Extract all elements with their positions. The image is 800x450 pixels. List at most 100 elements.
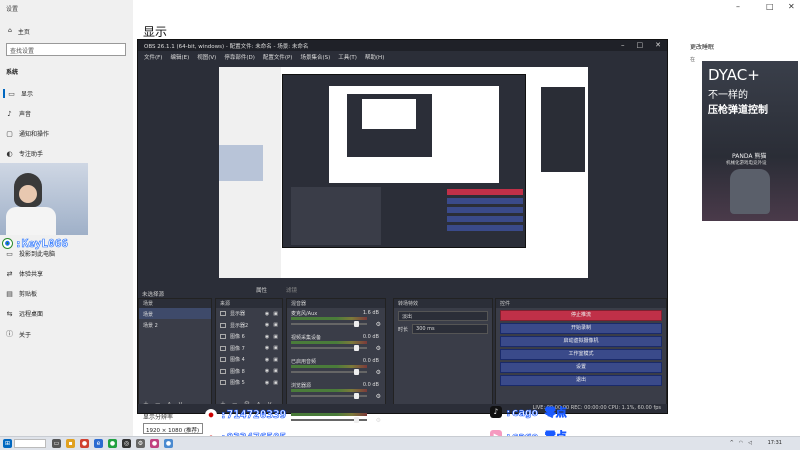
task-view-icon[interactable]: ▭ (52, 439, 61, 448)
obs-menu-item[interactable]: 停靠部件(D) (224, 53, 255, 61)
app-icon[interactable]: ● (150, 439, 159, 448)
obs-minimize-icon[interactable]: – (621, 41, 625, 49)
lock-icon[interactable]: ▣ (273, 345, 278, 351)
lock-icon[interactable]: ▣ (273, 322, 278, 328)
close-icon[interactable]: ✕ (788, 2, 795, 11)
tab-properties[interactable]: 属性 (256, 286, 267, 294)
wechat-icon[interactable]: ● (108, 439, 117, 448)
obs-taskbar-icon[interactable]: ◎ (122, 439, 131, 448)
sidebar-item[interactable]: ▢ 通知和操作 (6, 129, 49, 139)
eye-icon[interactable]: ◉ (265, 357, 269, 363)
transition-select[interactable]: 淡出 (398, 311, 488, 321)
source-item[interactable]: 图像 7 ◉ ▣ (216, 343, 282, 355)
sidebar-item[interactable]: ⓘ 关于 (6, 329, 31, 339)
gear-icon[interactable]: ⚙ (376, 369, 381, 376)
app-icon[interactable]: ● (80, 439, 89, 448)
source-label: 图像 7 (230, 345, 245, 352)
maximize-icon[interactable]: □ (766, 2, 774, 11)
eye-icon[interactable]: ◉ (265, 311, 269, 317)
gear-icon[interactable]: ⚙ (376, 393, 381, 400)
source-item[interactable]: 显示器2 ◉ ▣ (216, 320, 282, 332)
control-button[interactable]: 启动虚拟摄像机 (500, 336, 662, 347)
clock[interactable]: 17:31 (768, 440, 782, 446)
source-item[interactable]: 图像 5 ◉ ▣ (216, 377, 282, 389)
eye-icon[interactable]: ◉ (265, 380, 269, 386)
sidebar-item[interactable]: ♪ 声音 (6, 109, 31, 119)
network-icon[interactable]: ◠ (739, 440, 743, 446)
resolution-select[interactable]: 1920 × 1080 (推荐) (143, 423, 203, 434)
gear-icon[interactable]: ⚙ (376, 417, 381, 424)
obs-menu-item[interactable]: 编辑(E) (170, 53, 189, 61)
settings-search-input[interactable]: 查找设置 (6, 43, 126, 56)
sidebar-item[interactable]: ▤ 剪贴板 (6, 289, 37, 299)
sidebar-item[interactable]: ▭ 投影到此电脑 (6, 249, 55, 259)
nested-docks (291, 187, 381, 245)
gear-icon[interactable]: ⚙ (376, 345, 381, 352)
volume-knob[interactable] (354, 345, 359, 351)
sidebar-item[interactable]: ⇄ 体验共享 (6, 269, 43, 279)
sidebar-item[interactable]: ▭ 显示 (3, 89, 33, 98)
home-link[interactable]: ⌂ 主页 (8, 27, 30, 36)
monitor-icon (220, 334, 226, 340)
lock-icon[interactable]: ▣ (273, 368, 278, 374)
game-ad-banner[interactable]: DYAC+ 不一样的 压枪弹道控制 PANDA 熊猫 机械化游戏电竞外设 (702, 61, 798, 221)
volume-meter (291, 317, 367, 320)
duration-input[interactable]: 300 ms (412, 324, 488, 334)
obs-menu-item[interactable]: 配置文件(P) (263, 53, 293, 61)
volume-knob[interactable] (354, 417, 359, 423)
system-tray[interactable]: ^ ◠ ◁ (730, 440, 752, 446)
start-icon[interactable]: ⊞ (3, 439, 12, 448)
source-item[interactable]: 图像 6 ◉ ▣ (216, 331, 282, 343)
scene-item[interactable]: 场景 2 (139, 319, 211, 330)
control-button[interactable]: 工作室模式 (500, 349, 662, 360)
obs-menu-item[interactable]: 场景集合(S) (300, 53, 330, 61)
volume-knob[interactable] (354, 369, 359, 375)
obs-menu-item[interactable]: 视图(V) (197, 53, 216, 61)
obs-menu-item[interactable]: 工具(T) (338, 53, 357, 61)
source-item[interactable]: 显示器 ◉ ▣ (216, 308, 282, 320)
taskbar-search[interactable] (14, 439, 46, 448)
chevron-up-icon[interactable]: ^ (730, 440, 734, 446)
source-label: 显示器2 (230, 322, 249, 329)
sidebar-item-label: 显示 (21, 91, 34, 98)
mixer-title: 混音器 (287, 299, 385, 308)
control-button[interactable]: 开始录制 (500, 323, 662, 334)
edge-icon[interactable]: e (94, 439, 103, 448)
duration-label: 时长 (398, 326, 409, 333)
gear-icon[interactable]: ⚙ (376, 321, 381, 328)
eye-icon[interactable]: ◉ (265, 368, 269, 374)
lock-icon[interactable]: ▣ (273, 380, 278, 386)
source-item[interactable]: 图像 8 ◉ ▣ (216, 366, 282, 378)
settings-taskbar-icon[interactable]: ⚙ (136, 439, 145, 448)
minimize-icon[interactable]: – (736, 2, 740, 11)
lock-icon[interactable]: ▣ (273, 311, 278, 317)
sidebar-item[interactable]: ⇆ 远程桌面 (6, 309, 43, 319)
control-button[interactable]: 停止推流 (500, 310, 662, 321)
volume-knob[interactable] (354, 393, 359, 399)
eye-icon[interactable]: ◉ (265, 345, 269, 351)
ad-line1: 不一样的 (708, 90, 748, 101)
obs-maximize-icon[interactable]: □ (637, 41, 644, 49)
sidebar-item-icon: ⓘ (6, 330, 13, 338)
tab-filters[interactable]: 滤镜 (286, 286, 297, 294)
obs-menu-item[interactable]: 文件(F) (144, 53, 162, 61)
monitor-icon (220, 368, 226, 374)
sidebar-item-icon: ⇄ (6, 269, 13, 278)
obs-preview[interactable] (219, 67, 588, 278)
obs-close-icon[interactable]: ✕ (655, 41, 661, 49)
lock-icon[interactable]: ▣ (273, 357, 278, 363)
eye-icon[interactable]: ◉ (265, 334, 269, 340)
mixer-channel: 视频采集设备 0.0 dB ⚙ (287, 332, 385, 356)
eye-icon[interactable]: ◉ (265, 322, 269, 328)
folder-icon[interactable]: ▪ (66, 439, 75, 448)
volume-icon[interactable]: ◁ (748, 440, 752, 446)
app-icon[interactable]: ● (164, 439, 173, 448)
source-item[interactable]: 图像 4 ◉ ▣ (216, 354, 282, 366)
control-button[interactable]: 退出 (500, 375, 662, 386)
sidebar-item[interactable]: ◐ 专注助手 (6, 149, 43, 159)
volume-knob[interactable] (354, 321, 359, 327)
obs-menu-item[interactable]: 帮助(H) (365, 53, 384, 61)
control-button[interactable]: 设置 (500, 362, 662, 373)
lock-icon[interactable]: ▣ (273, 334, 278, 340)
scene-item[interactable]: 场景 (139, 308, 211, 319)
